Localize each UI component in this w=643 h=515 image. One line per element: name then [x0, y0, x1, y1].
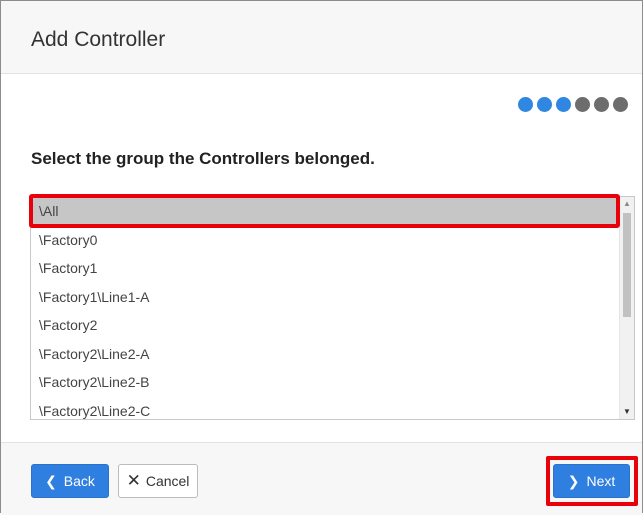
group-item-factory2[interactable]: \Factory2 [31, 311, 618, 340]
group-prompt: Select the group the Controllers belonge… [31, 149, 375, 168]
scroll-down-arrow-icon[interactable]: ▼ [620, 405, 634, 419]
back-button-label: Back [63, 473, 95, 489]
next-button[interactable]: ❯ Next [553, 464, 630, 498]
step-dot-2 [537, 97, 552, 112]
cancel-button-label: Cancel [145, 473, 190, 489]
scroll-thumb[interactable] [623, 213, 631, 317]
step-dot-3 [556, 97, 571, 112]
step-dot-1 [518, 97, 533, 112]
step-indicator [518, 97, 628, 112]
group-item-factory1[interactable]: \Factory1 [31, 254, 618, 283]
close-icon: ✕ [126, 471, 141, 490]
next-button-label: Next [586, 473, 616, 489]
list-scrollbar[interactable]: ▲ ▼ [619, 197, 634, 419]
group-listbox[interactable]: \All \Factory0 \Factory1 \Factory1\Line1… [30, 196, 635, 420]
add-controller-dialog: Add Controller Select the group the Cont… [0, 0, 643, 515]
group-item-all[interactable]: \All [31, 197, 618, 226]
dialog-title: Add Controller [31, 28, 166, 51]
step-dot-5 [594, 97, 609, 112]
dialog-header: Add Controller [1, 1, 642, 74]
group-list-items: \All \Factory0 \Factory1 \Factory1\Line1… [31, 197, 618, 420]
step-dot-6 [613, 97, 628, 112]
step-dot-4 [575, 97, 590, 112]
cancel-button[interactable]: ✕ Cancel [118, 464, 198, 498]
group-item-factory2-line2-b[interactable]: \Factory2\Line2-B [31, 368, 618, 397]
group-item-factory0[interactable]: \Factory0 [31, 226, 618, 255]
chevron-left-icon: ❮ [45, 472, 57, 489]
chevron-right-icon: ❯ [567, 472, 580, 489]
group-item-factory2-line2-a[interactable]: \Factory2\Line2-A [31, 340, 618, 369]
scroll-up-arrow-icon[interactable]: ▲ [620, 197, 634, 211]
group-item-factory1-line1-a[interactable]: \Factory1\Line1-A [31, 283, 618, 312]
group-item-factory2-line2-c[interactable]: \Factory2\Line2-C [31, 397, 618, 420]
back-button[interactable]: ❮ Back [31, 464, 109, 498]
